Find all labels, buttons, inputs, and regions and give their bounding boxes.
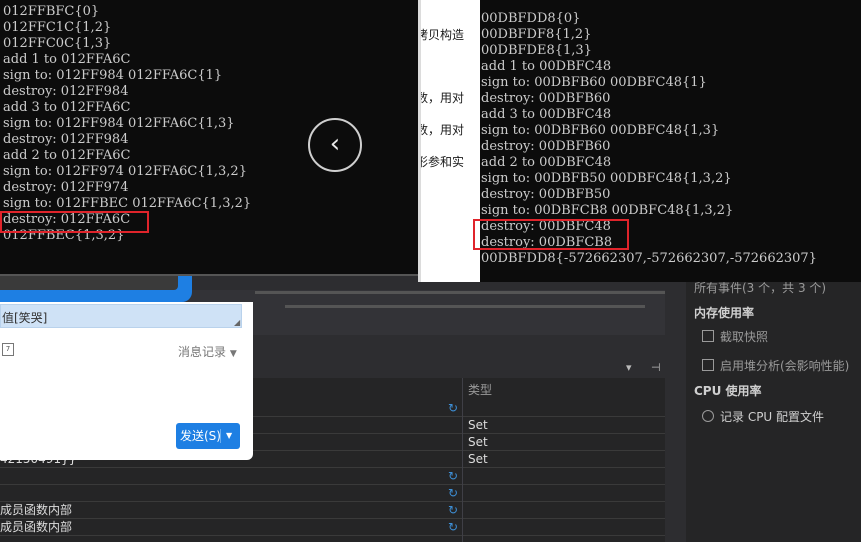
console-line: destroy: 00DBFB50 [481, 187, 611, 202]
console-line: sign to: 00DBFB50 00DBFC48{1,3,2} [481, 171, 732, 186]
refresh-icon[interactable]: ↻ [448, 502, 458, 519]
console-line: destroy: 00DBFB60 [481, 139, 611, 154]
console-line: 00DBFDE8{1,3} [481, 43, 592, 58]
doc-text-line: 拷贝构造 [418, 28, 465, 42]
diag-panel-edge [668, 262, 686, 542]
console-line: destroy: 00DBFB60 [481, 91, 611, 106]
chevron-down-icon: ▼ [229, 349, 237, 359]
send-options-chevron-icon[interactable]: ▼ [226, 423, 232, 449]
type-column-header[interactable]: 类型 [468, 381, 492, 398]
console-line: destroy: 012FF974 [3, 180, 129, 195]
row-name: 成员函数内部 [0, 520, 73, 534]
console-line: 00DBFDD8{-572662307,-572662307,-57266230… [481, 251, 817, 266]
document-fragment: 拷贝构造 数，用对 数，用对 形参和实 [418, 0, 480, 282]
row-name [0, 485, 462, 502]
console-window-right: 00DBFDD8{0} 00DBFDF8{1,2} 00DBFDE8{1,3} … [473, 0, 861, 282]
console-line: add 3 to 012FFA6C [3, 100, 131, 115]
column-divider [462, 378, 463, 542]
message-history-button[interactable]: 消息记录 ▼ [178, 343, 237, 360]
chat-input-text: 值[笑哭] [2, 311, 48, 325]
console-line: 00DBFDD8{0} [481, 11, 581, 26]
refresh-icon[interactable]: ↻ [448, 400, 458, 417]
console-line: sign to: 00DBFCB8 00DBFC48{1,3,2} [481, 203, 734, 218]
console-line: sign to: 012FF984 012FFA6C{1,3} [3, 116, 235, 131]
console-line: add 2 to 00DBFC48 [481, 155, 612, 170]
table-row[interactable]: ↻ [0, 468, 665, 485]
diagnostic-tools-panel: 所有事件(3 个，共 3 个) 内存使用率 截取快照 启用堆分析(会影响性能) … [686, 262, 861, 542]
console-line: add 3 to 00DBFC48 [481, 107, 612, 122]
cpu-usage-title: CPU 使用率 [694, 384, 762, 398]
console-line: add 2 to 012FFA6C [3, 148, 131, 163]
console-line: destroy: 012FF984 [3, 84, 129, 99]
table-row[interactable]: ↻ [0, 485, 665, 502]
heap-icon [702, 359, 714, 371]
record-cpu-label: 记录 CPU 配置文件 [720, 410, 825, 424]
camera-icon [702, 330, 714, 342]
send-split-divider [220, 429, 221, 443]
row-type: Set [468, 452, 488, 466]
table-row[interactable]: 成员函数内部 ↻ [0, 519, 665, 536]
send-button[interactable]: 发送(S) ▼ [176, 423, 240, 449]
console-line: sign to: 012FFBEC 012FFA6C{1,3,2} [3, 196, 252, 211]
highlight-box [473, 219, 629, 250]
console-line: 00DBFDF8{1,2} [481, 27, 592, 42]
refresh-icon[interactable]: ↻ [448, 519, 458, 536]
resize-grip-icon[interactable]: ◢ [234, 318, 240, 327]
chat-bar-shadow [0, 276, 178, 290]
console-line: add 1 to 012FFA6C [3, 52, 131, 67]
doc-text-line: 数，用对 [418, 123, 465, 137]
doc-edge [418, 0, 421, 282]
take-snapshot-label: 截取快照 [720, 330, 769, 344]
row-type: Set [468, 435, 488, 449]
console-line: sign to: 00DBFB60 00DBFC48{1,3} [481, 123, 720, 138]
table-row[interactable]: 成员函数内部 ↻ [0, 502, 665, 519]
console-line: 012FFC0C{1,3} [3, 36, 112, 51]
row-name [0, 468, 462, 485]
console-line: sign to: 012FF974 012FFA6C{1,3,2} [3, 164, 247, 179]
row-name: 成员函数内部 [0, 503, 73, 517]
console-line: sign to: 00DBFB60 00DBFC48{1} [481, 75, 707, 90]
refresh-icon[interactable]: ↻ [448, 468, 458, 485]
record-cpu-profile-button[interactable]: 记录 CPU 配置文件 [702, 408, 824, 425]
console-line: sign to: 012FF984 012FFA6C{1} [3, 68, 223, 83]
calendar-icon[interactable]: 7 [2, 343, 14, 356]
refresh-icon[interactable]: ↻ [448, 485, 458, 502]
highlight-box [0, 211, 149, 233]
memory-usage-title: 内存使用率 [694, 306, 755, 320]
console-line: 012FFC1C{1,2} [3, 20, 112, 35]
doc-text-line: 形参和实 [418, 155, 465, 169]
enable-heap-profiling-button[interactable]: 启用堆分析(会影响性能) [702, 357, 849, 374]
heap-profiling-label: 启用堆分析(会影响性能) [720, 359, 850, 373]
doc-text-line: 数，用对 [418, 91, 465, 105]
console-line: destroy: 012FF984 [3, 132, 129, 147]
row-type: Set [468, 418, 488, 432]
record-icon [702, 410, 714, 422]
send-label: 发送(S) [180, 429, 221, 443]
console-line: add 1 to 00DBFC48 [481, 59, 612, 74]
message-history-label: 消息记录 [178, 345, 227, 359]
take-snapshot-button[interactable]: 截取快照 [702, 328, 768, 345]
console-line: 012FFBFC{0} [3, 4, 100, 19]
previous-image-button[interactable]: ‹ [308, 118, 362, 172]
chevron-left-icon: ‹ [329, 129, 341, 159]
ide-divider-lines [255, 285, 665, 315]
